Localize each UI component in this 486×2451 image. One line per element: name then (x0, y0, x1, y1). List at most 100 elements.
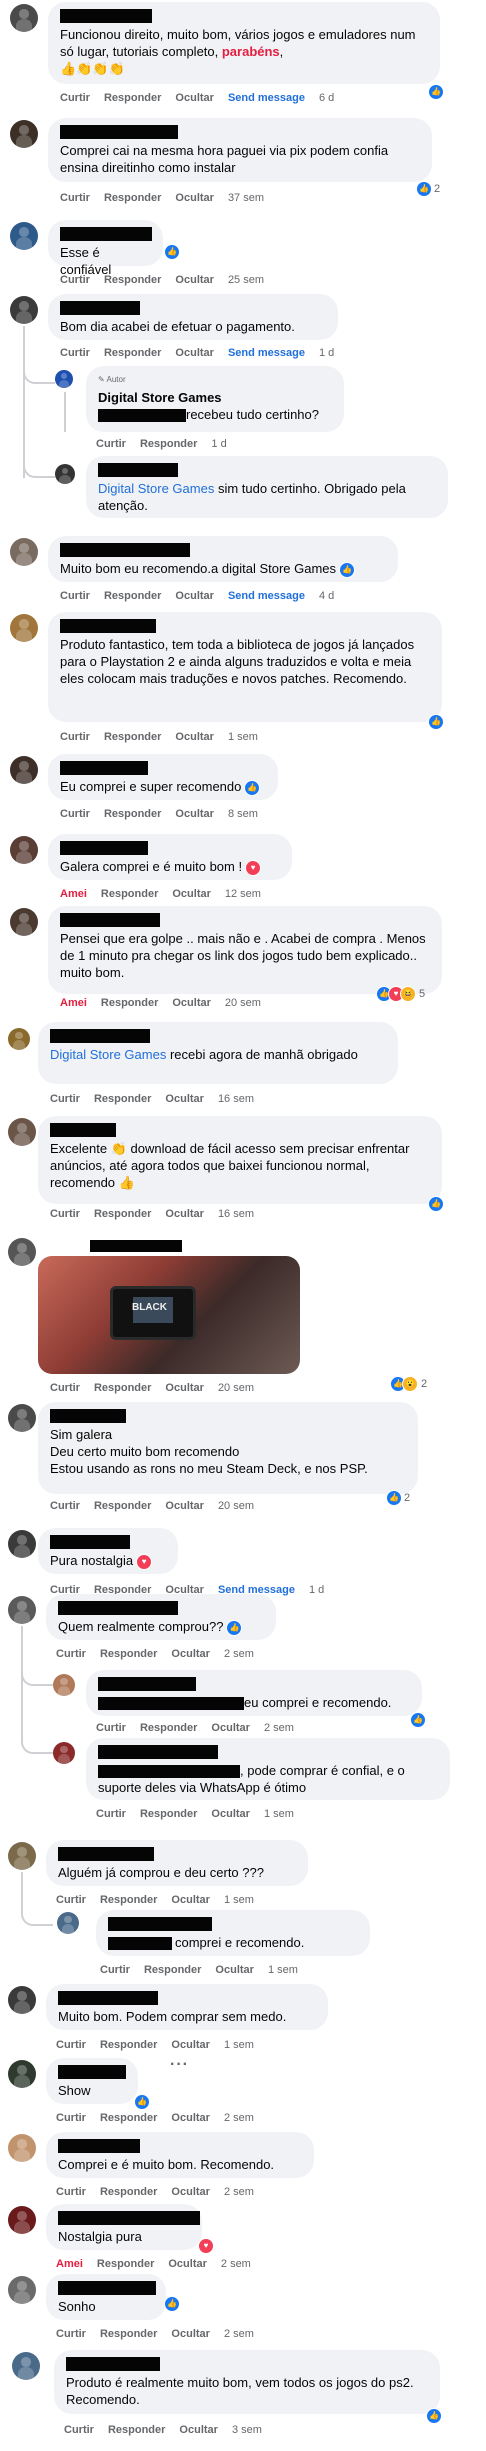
avatar[interactable] (12, 2352, 40, 2380)
avatar[interactable] (10, 614, 38, 642)
hide-button[interactable]: Ocultar (175, 192, 214, 204)
author-name[interactable] (50, 1409, 126, 1423)
like-button[interactable]: Curtir (60, 347, 90, 359)
reply-button[interactable]: Responder (104, 274, 161, 286)
avatar[interactable] (8, 2276, 36, 2304)
timestamp[interactable]: 2 sem (221, 2258, 251, 2270)
like-button[interactable]: Curtir (60, 590, 90, 602)
like-reaction-icon[interactable]: 👍 (339, 561, 356, 578)
hide-button[interactable]: Ocultar (171, 2112, 210, 2124)
hide-button[interactable]: Ocultar (211, 1808, 250, 1820)
timestamp[interactable]: 4 d (319, 590, 334, 602)
like-button[interactable]: Curtir (60, 192, 90, 204)
author-name[interactable] (60, 9, 152, 23)
reply-button[interactable]: Responder (108, 2424, 165, 2436)
timestamp[interactable]: 2 sem (224, 1648, 254, 1660)
timestamp[interactable]: 1 d (309, 1584, 324, 1596)
author-name[interactable] (50, 1535, 130, 1549)
timestamp[interactable]: 2 sem (224, 2328, 254, 2340)
author-name[interactable] (108, 1917, 212, 1931)
reply-button[interactable]: Responder (100, 1894, 157, 1906)
hide-button[interactable]: Ocultar (179, 2424, 218, 2436)
hide-button[interactable]: Ocultar (171, 1648, 210, 1660)
reply-button[interactable]: Responder (97, 2258, 154, 2270)
hide-button[interactable]: Ocultar (175, 347, 214, 359)
timestamp[interactable]: 25 sem (228, 274, 264, 286)
avatar[interactable] (8, 1028, 30, 1050)
author-name[interactable] (60, 841, 148, 855)
avatar[interactable] (8, 1118, 36, 1146)
reply-button[interactable]: Responder (100, 2328, 157, 2340)
avatar[interactable] (8, 1596, 36, 1624)
avatar[interactable] (10, 756, 38, 784)
avatar[interactable] (8, 1404, 36, 1432)
avatar[interactable] (10, 296, 38, 324)
like-button[interactable]: Curtir (50, 1208, 80, 1220)
hide-button[interactable]: Ocultar (165, 1208, 204, 1220)
author-name[interactable] (58, 2065, 126, 2079)
like-button[interactable]: Curtir (56, 2186, 86, 2198)
like-button[interactable]: Curtir (100, 1964, 130, 1976)
author-name[interactable] (60, 543, 190, 557)
reply-button[interactable]: Responder (100, 2186, 157, 2198)
reaction-summary[interactable]: 👍 (428, 714, 444, 730)
avatar[interactable] (8, 1986, 36, 2014)
reply-button[interactable]: Responder (100, 1648, 157, 1660)
send-message-button[interactable]: Send message (228, 347, 305, 359)
reaction-summary[interactable]: 👍 (410, 1712, 426, 1728)
hide-button[interactable]: Ocultar (215, 1964, 254, 1976)
avatar[interactable] (8, 1842, 36, 1870)
timestamp[interactable]: 20 sem (218, 1500, 254, 1512)
like-button[interactable]: Curtir (50, 1093, 80, 1105)
reaction-summary[interactable]: 👍 (428, 84, 444, 100)
hide-button[interactable]: Ocultar (175, 92, 214, 104)
like-reaction-icon[interactable]: 👍 (226, 1619, 243, 1636)
hide-button[interactable]: Ocultar (171, 2186, 210, 2198)
author-name[interactable] (60, 227, 152, 241)
timestamp[interactable]: 2 sem (224, 2112, 254, 2124)
avatar[interactable] (8, 2060, 36, 2088)
timestamp[interactable]: 37 sem (228, 192, 264, 204)
author-name[interactable] (66, 2357, 160, 2371)
reply-button[interactable]: Responder (140, 1722, 197, 1734)
avatar[interactable] (10, 4, 38, 32)
like-button[interactable]: Curtir (56, 2328, 86, 2340)
author-name[interactable] (60, 913, 160, 927)
timestamp[interactable]: 8 sem (228, 808, 258, 820)
like-button[interactable]: Curtir (56, 2039, 86, 2051)
reply-button[interactable]: Responder (94, 1500, 151, 1512)
avatar[interactable] (55, 464, 75, 484)
avatar[interactable] (10, 538, 38, 566)
reaction-summary[interactable]: 👍 (428, 1196, 444, 1212)
author-name[interactable] (98, 463, 178, 477)
timestamp[interactable]: 1 sem (264, 1808, 294, 1820)
avatar[interactable] (8, 2134, 36, 2162)
hide-button[interactable]: Ocultar (171, 1894, 210, 1906)
hide-button[interactable]: Ocultar (172, 997, 211, 1009)
timestamp[interactable]: 1 sem (224, 1894, 254, 1906)
hide-button[interactable]: Ocultar (211, 1722, 250, 1734)
like-button[interactable]: Curtir (56, 1894, 86, 1906)
hide-button[interactable]: Ocultar (175, 731, 214, 743)
reaction-summary[interactable]: 👍 (134, 2094, 150, 2110)
hide-button[interactable]: Ocultar (175, 590, 214, 602)
like-button[interactable]: Curtir (60, 92, 90, 104)
timestamp[interactable]: 2 sem (224, 2186, 254, 2198)
reply-button[interactable]: Responder (94, 1208, 151, 1220)
author-name[interactable] (98, 1745, 218, 1759)
hide-button[interactable]: Ocultar (165, 1500, 204, 1512)
like-button[interactable]: Curtir (56, 1648, 86, 1660)
reply-button[interactable]: Responder (100, 2039, 157, 2051)
author-name[interactable] (58, 2139, 140, 2153)
author-name[interactable] (58, 1601, 178, 1615)
reply-button[interactable]: Responder (101, 997, 158, 1009)
like-button[interactable]: Curtir (60, 808, 90, 820)
reply-button[interactable]: Responder (101, 888, 158, 900)
avatar[interactable] (53, 1674, 75, 1696)
timestamp[interactable]: 1 sem (268, 1964, 298, 1976)
reply-button[interactable]: Responder (104, 92, 161, 104)
reply-button[interactable]: Responder (104, 590, 161, 602)
timestamp[interactable]: 16 sem (218, 1208, 254, 1220)
hide-button[interactable]: Ocultar (175, 274, 214, 286)
love-button[interactable]: Amei (60, 997, 87, 1009)
